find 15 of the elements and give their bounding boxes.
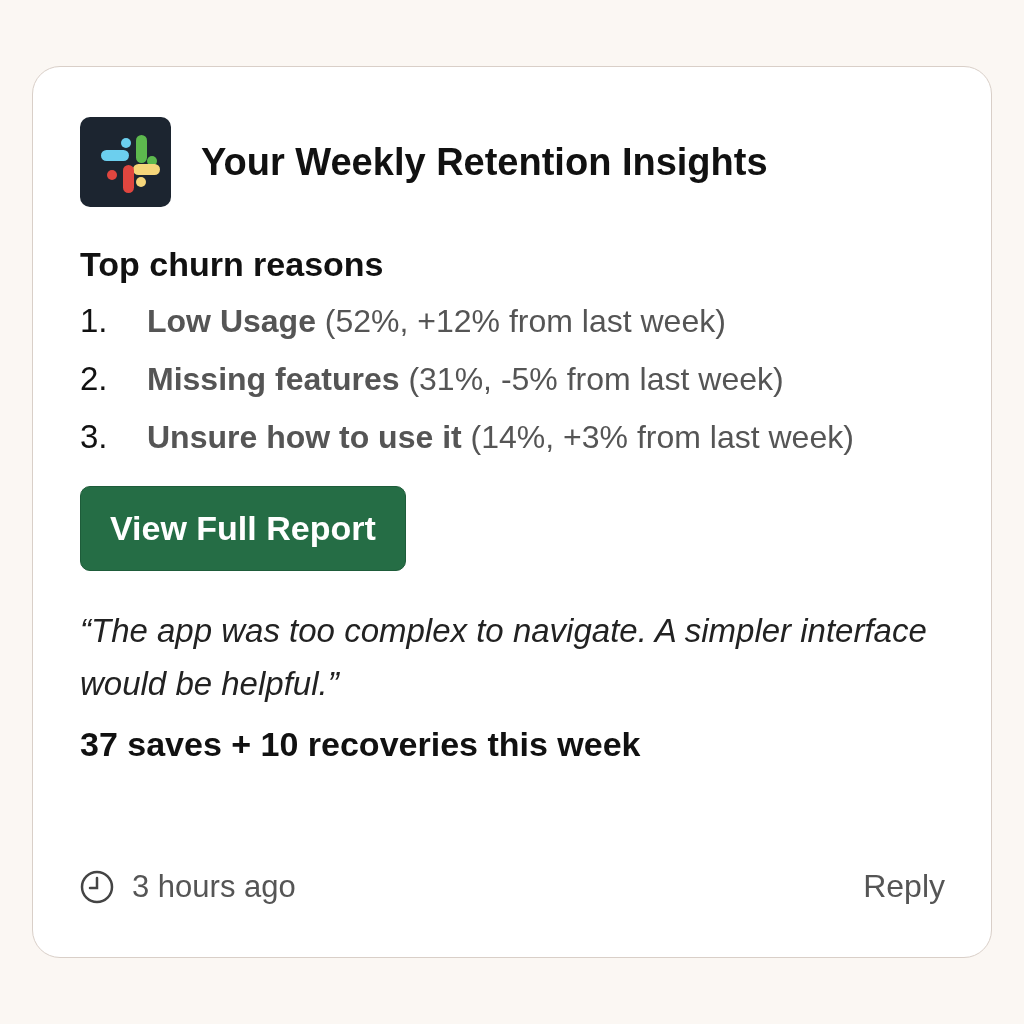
clock-icon <box>80 869 114 904</box>
list-number: 1. <box>80 302 109 340</box>
customer-quote: “The app was too complex to navigate. A simpler interface would be helpful.” <box>80 611 928 704</box>
timestamp: 3 hours ago <box>132 868 296 905</box>
view-report-button[interactable]: View Full Report <box>80 486 406 571</box>
app-logo-icon <box>80 117 171 207</box>
churn-reason: Missing features (31%, -5% from last week) <box>147 361 784 398</box>
churn-reason: Low Usage (52%, +12% from last week) <box>147 303 726 340</box>
list-number: 2. <box>80 360 109 398</box>
churn-reason: Unsure how to use it (14%, +3% from last week) <box>147 419 854 456</box>
section-heading: Top churn reasons <box>80 245 385 284</box>
weekly-summary: 37 saves + 10 recoveries this week <box>80 724 642 764</box>
reply-link[interactable]: Reply <box>863 868 945 905</box>
list-number: 3. <box>80 418 109 456</box>
card-title: Your Weekly Retention Insights <box>201 140 768 184</box>
